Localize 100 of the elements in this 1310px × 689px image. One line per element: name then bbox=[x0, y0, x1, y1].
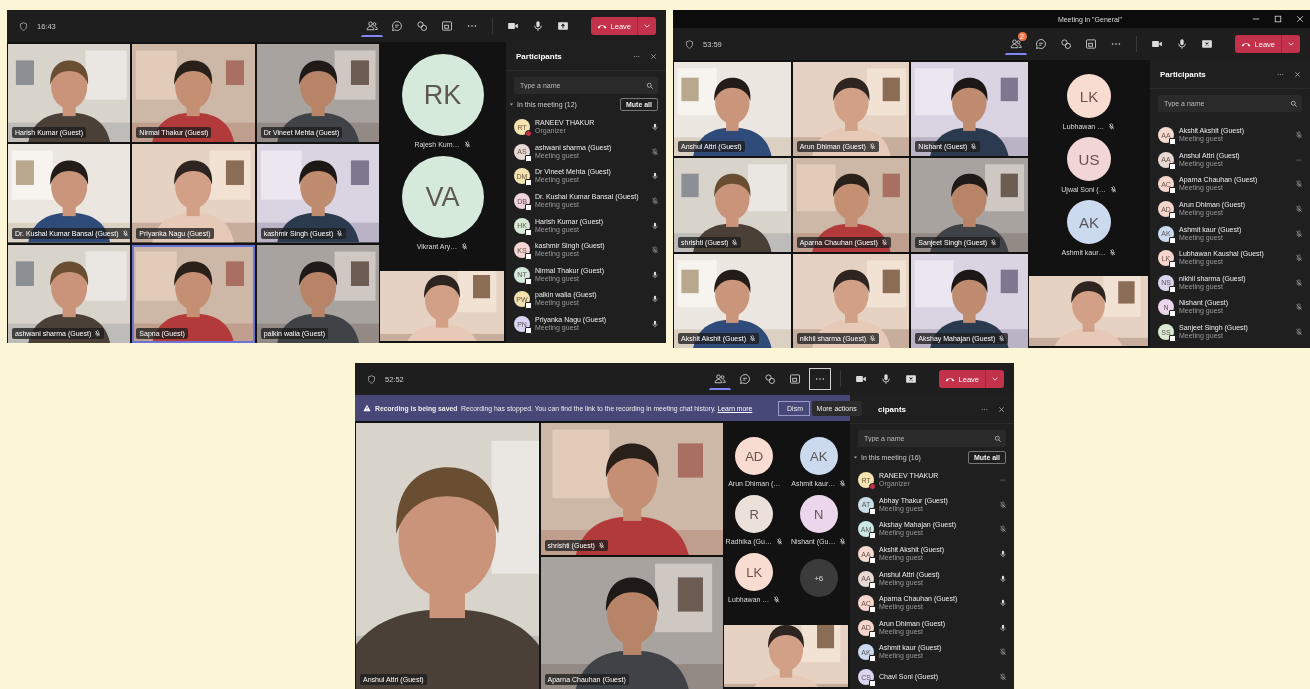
avatar: LK bbox=[735, 553, 774, 591]
rooms-icon bbox=[788, 373, 801, 385]
mic-off-icon bbox=[999, 648, 1007, 657]
caret-icon bbox=[1287, 40, 1295, 48]
mic-off-icon bbox=[775, 538, 783, 545]
search-icon bbox=[646, 81, 654, 90]
mic-off-icon bbox=[999, 525, 1007, 534]
mic-off-icon bbox=[1295, 205, 1303, 214]
mic-off-icon bbox=[868, 143, 876, 150]
chevron-icon bbox=[509, 102, 514, 107]
rooms-icon bbox=[1084, 38, 1097, 50]
avatar: US bbox=[1067, 137, 1111, 181]
rooms-icon bbox=[440, 20, 453, 32]
mic-off-icon bbox=[1295, 303, 1303, 312]
mic-icon bbox=[651, 295, 659, 304]
avatar: LK bbox=[1067, 74, 1111, 118]
stop-share-icon bbox=[904, 373, 917, 385]
reaction-icon bbox=[763, 373, 776, 385]
avatar: AK bbox=[799, 437, 838, 475]
mic-icon bbox=[651, 172, 659, 181]
chat-icon bbox=[738, 373, 751, 385]
avatar: VA bbox=[401, 156, 484, 238]
phone-icon bbox=[944, 375, 955, 383]
avatar: R bbox=[735, 495, 774, 533]
panel-title: Participants bbox=[516, 51, 562, 61]
people-icon bbox=[1009, 37, 1022, 50]
mic-off-icon bbox=[651, 197, 659, 206]
mic-off-icon bbox=[597, 542, 605, 549]
mic-off-icon bbox=[999, 500, 1007, 509]
shield-icon bbox=[685, 39, 694, 49]
mic-icon bbox=[999, 599, 1007, 608]
mic-off-icon bbox=[880, 239, 888, 246]
mic-icon bbox=[651, 270, 659, 279]
search-icon bbox=[1290, 99, 1298, 108]
mic-off-icon bbox=[1295, 278, 1303, 287]
mic-off-icon bbox=[869, 335, 877, 342]
mic-off-icon bbox=[1108, 123, 1116, 130]
mic-off-icon bbox=[839, 538, 847, 545]
camera-icon bbox=[506, 20, 519, 32]
stop-share-icon bbox=[1200, 38, 1213, 50]
close-icon[interactable] bbox=[1293, 69, 1302, 79]
mic-off-icon bbox=[1109, 249, 1117, 256]
shield-icon bbox=[19, 21, 28, 31]
mic-off-icon bbox=[121, 229, 129, 237]
mic-off-icon bbox=[651, 246, 659, 255]
mic-icon bbox=[1175, 38, 1188, 50]
mic-off-icon bbox=[1295, 328, 1303, 337]
mic-off-icon bbox=[1295, 180, 1303, 189]
mic-off-icon bbox=[990, 239, 998, 246]
reaction-icon bbox=[1059, 38, 1072, 50]
mic-off-icon bbox=[998, 335, 1006, 342]
chat-icon bbox=[1034, 38, 1047, 50]
panel-title: cipants bbox=[878, 404, 906, 414]
avatar: AK bbox=[1067, 200, 1111, 244]
search-icon bbox=[994, 434, 1002, 443]
close-icon[interactable] bbox=[1296, 15, 1304, 23]
mic-icon bbox=[651, 320, 659, 329]
avatar: N bbox=[799, 495, 838, 533]
mic-off-icon bbox=[94, 330, 102, 337]
camera-icon bbox=[854, 373, 867, 385]
mic-off-icon bbox=[970, 143, 978, 150]
mic-off-icon bbox=[839, 480, 847, 487]
mic-off-icon bbox=[1295, 229, 1303, 238]
mic-icon bbox=[999, 550, 1007, 559]
chevron-icon bbox=[853, 455, 858, 460]
mic-off-icon bbox=[336, 229, 344, 237]
avatar: RK bbox=[401, 54, 484, 136]
mic-icon bbox=[651, 221, 659, 230]
people-icon bbox=[713, 372, 726, 385]
people-icon bbox=[365, 19, 378, 32]
mic-icon bbox=[531, 20, 544, 32]
more-participants-button[interactable]: +6 bbox=[799, 559, 838, 597]
maximize-icon[interactable] bbox=[1274, 15, 1282, 23]
close-icon[interactable] bbox=[649, 51, 658, 61]
mic-icon bbox=[651, 123, 659, 132]
mic-off-icon bbox=[999, 673, 1007, 682]
mic-off-icon bbox=[748, 335, 756, 342]
mic-off-icon bbox=[1109, 186, 1117, 193]
phone-icon bbox=[1240, 40, 1251, 48]
caret-icon bbox=[991, 375, 999, 383]
mic-off-icon bbox=[463, 141, 471, 148]
phone-icon bbox=[596, 22, 607, 30]
share-icon bbox=[556, 20, 569, 32]
camera-icon bbox=[1150, 38, 1163, 50]
mic-off-icon bbox=[731, 239, 739, 246]
minimize-icon[interactable] bbox=[1252, 15, 1260, 23]
more-button[interactable] bbox=[808, 368, 831, 390]
mic-icon bbox=[999, 623, 1007, 632]
shield-icon bbox=[367, 374, 376, 384]
caret-icon bbox=[643, 22, 651, 30]
reaction-icon bbox=[415, 20, 428, 32]
close-icon[interactable] bbox=[997, 404, 1006, 414]
mic-off-icon bbox=[773, 596, 781, 603]
avatar: AD bbox=[735, 437, 774, 475]
mic-off-icon bbox=[651, 147, 659, 156]
mic-icon bbox=[999, 574, 1007, 583]
mic-off-icon bbox=[1295, 131, 1303, 140]
warning-icon bbox=[363, 404, 371, 412]
mic-off-icon bbox=[1295, 254, 1303, 263]
mic-icon bbox=[879, 373, 892, 385]
